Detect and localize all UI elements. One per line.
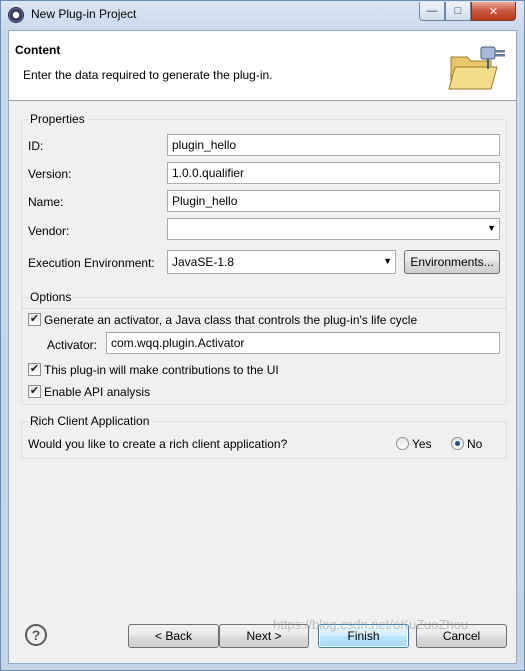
help-icon[interactable]: ? xyxy=(25,624,47,646)
id-field[interactable]: plugin_hello xyxy=(167,134,500,156)
id-label: ID: xyxy=(28,139,44,153)
rca-yes-label[interactable]: Yes xyxy=(412,437,432,451)
window-title: New Plug-in Project xyxy=(31,7,137,21)
vendor-label: Vendor: xyxy=(28,224,70,238)
ui-contributions-checkbox-label[interactable]: This plug-in will make contributions to … xyxy=(44,363,279,377)
name-field[interactable]: Plugin_hello xyxy=(167,190,500,212)
api-analysis-checkbox[interactable]: ✔ xyxy=(28,385,41,398)
properties-group-label: Properties xyxy=(28,112,87,126)
minimize-button[interactable]: — xyxy=(419,2,445,21)
ui-contributions-checkbox[interactable]: ✔ xyxy=(28,363,41,376)
chevron-down-icon[interactable]: ▼ xyxy=(383,256,392,266)
options-group-label: Options xyxy=(28,290,74,304)
environments-button[interactable]: Environments... xyxy=(404,250,500,274)
activator-checkbox-label[interactable]: Generate an activator, a Java class that… xyxy=(44,313,417,327)
api-analysis-checkbox-label[interactable]: Enable API analysis xyxy=(44,385,150,399)
page-title: Content xyxy=(15,43,61,57)
execution-environment-combo[interactable]: JavaSE-1.8 ▼ xyxy=(167,250,396,274)
activator-field[interactable]: com.wqq.plugin.Activator xyxy=(106,332,500,354)
version-label: Version: xyxy=(28,167,72,181)
vendor-combo[interactable]: ▼ xyxy=(167,218,500,240)
back-button[interactable]: < Back xyxy=(128,624,219,648)
rich-client-application-group-label: Rich Client Application xyxy=(28,414,152,428)
eclipse-app-icon xyxy=(8,7,24,23)
chevron-down-icon[interactable]: ▼ xyxy=(487,223,496,233)
wizard-header: Content Enter the data required to gener… xyxy=(9,31,516,101)
version-field[interactable]: 1.0.0.qualifier xyxy=(167,162,500,184)
rca-no-label[interactable]: No xyxy=(467,437,482,451)
rca-yes-radio[interactable] xyxy=(396,437,409,450)
execution-environment-value: JavaSE-1.8 xyxy=(172,255,235,269)
activator-label: Activator: xyxy=(47,338,98,352)
activator-checkbox[interactable]: ✔ xyxy=(28,313,41,326)
name-label: Name: xyxy=(28,195,64,209)
dialog-window: New Plug-in Project — □ ✕ Content Enter … xyxy=(0,0,525,671)
rich-client-question: Would you like to create a rich client a… xyxy=(28,437,288,451)
watermark-text: https://blog.csdn.net/oKuZuoZhou xyxy=(273,617,469,632)
title-bar[interactable]: New Plug-in Project — □ ✕ xyxy=(1,1,524,29)
maximize-button[interactable]: □ xyxy=(445,2,471,21)
page-description: Enter the data required to generate the … xyxy=(23,68,273,82)
rca-no-radio[interactable] xyxy=(451,437,464,450)
dialog-client-area: Content Enter the data required to gener… xyxy=(8,30,517,664)
wizard-folder-plug-icon xyxy=(445,39,509,95)
execution-environment-label: Execution Environment: xyxy=(28,256,155,270)
close-button[interactable]: ✕ xyxy=(471,2,516,21)
